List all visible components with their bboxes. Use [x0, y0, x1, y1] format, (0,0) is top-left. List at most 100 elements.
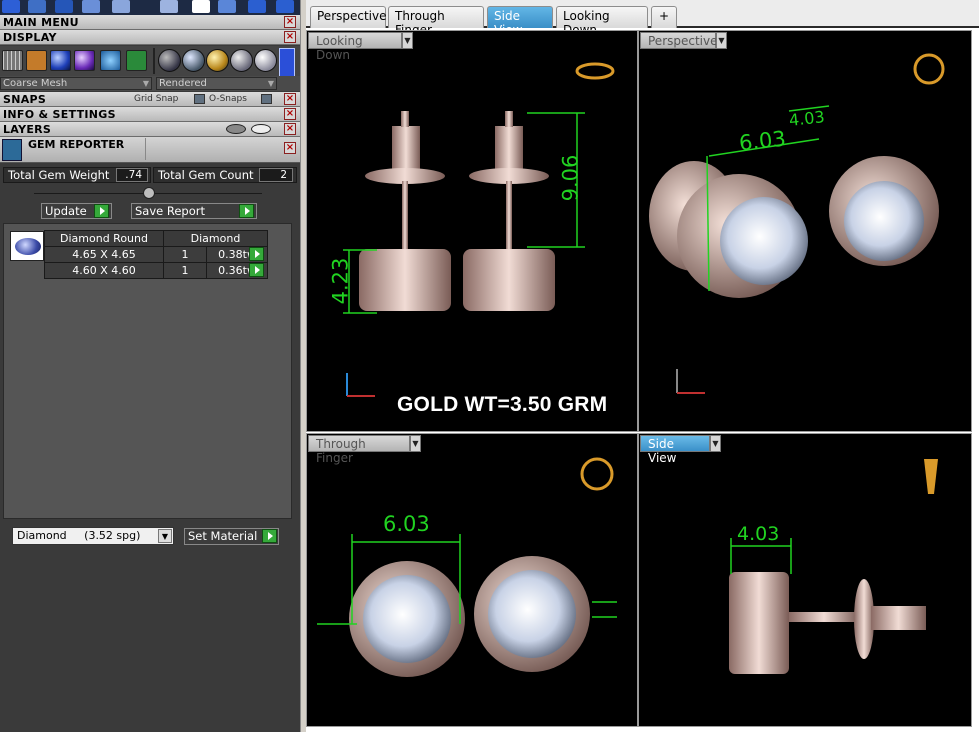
diamond-icon	[15, 238, 41, 255]
close-icon[interactable]: ×	[284, 93, 296, 105]
main-menu-header[interactable]: MAIN MENU ×	[0, 15, 300, 30]
gem-table: Diamond Round Diamond 4.65 X 4.65 1 0.38…	[44, 230, 268, 279]
page-icon[interactable]	[192, 0, 210, 13]
diamond	[363, 575, 451, 663]
viewport-side-view[interactable]: Side View ▼ 4.03	[638, 433, 972, 727]
grid-icon[interactable]	[2, 50, 23, 71]
earring-nut	[871, 606, 926, 630]
earring-side-view-render	[729, 459, 938, 674]
viewport-perspective[interactable]: Perspective ▼ 6.03 4.03	[638, 30, 972, 432]
earring-head	[729, 572, 789, 674]
forward-arrow-icon[interactable]	[276, 0, 294, 13]
slider-handle[interactable]	[143, 187, 155, 199]
dimension-diameter: 6.03	[383, 512, 430, 536]
globe-icon[interactable]	[100, 50, 121, 71]
table-row[interactable]: 4.60 X 4.60 1 0.36tw	[44, 262, 268, 279]
layout-icon[interactable]	[126, 50, 147, 71]
tab-looking-down[interactable]: Looking Down	[556, 6, 648, 37]
display-header[interactable]: DISPLAY ×	[0, 30, 300, 45]
diamond	[844, 181, 924, 261]
divider	[153, 48, 155, 74]
sphere-dark-icon[interactable]	[158, 49, 181, 72]
save-report-go-icon[interactable]	[239, 204, 254, 218]
o-snaps-toggle[interactable]	[261, 94, 272, 104]
folder-icon[interactable]	[218, 0, 236, 13]
viewport-looking-down[interactable]: Looking Down ▼ 9.06 4.23 GOLD WT=3.50 GR…	[306, 30, 638, 432]
layer-lock-icon[interactable]	[226, 124, 246, 134]
info-settings-header[interactable]: INFO & SETTINGS ×	[0, 107, 300, 122]
dimension-width: 9.06	[558, 154, 583, 202]
close-icon[interactable]: ×	[284, 123, 296, 135]
set-material-label: Set Material	[188, 529, 258, 543]
earring-left	[359, 111, 451, 311]
snaps-label: SNAPS	[3, 93, 47, 106]
row-go-icon[interactable]	[249, 247, 264, 261]
mesh-mode-select[interactable]: Coarse Mesh ▼	[0, 77, 152, 90]
sphere-metal-icon[interactable]	[254, 49, 277, 72]
ring-icon	[913, 53, 945, 85]
ring-icon	[580, 457, 614, 491]
table-header-shape: Diamond Round	[44, 230, 164, 247]
grid-snap-toggle[interactable]	[194, 94, 205, 104]
earring-through-finger-render	[317, 457, 617, 677]
tab-label: Perspective	[317, 9, 387, 23]
logo-icon[interactable]	[2, 0, 20, 13]
chevron-down-icon: ▼	[267, 79, 274, 88]
render-mode-select[interactable]: Rendered ▼	[156, 77, 277, 90]
sphere-blue-icon[interactable]	[50, 50, 71, 71]
grid-snap-label: Grid Snap	[134, 94, 179, 104]
table-row[interactable]: 4.65 X 4.65 1 0.38tw	[44, 246, 268, 263]
dimension-height: 4.23	[328, 257, 353, 305]
add-tab-button[interactable]: +	[651, 6, 677, 28]
tab-through-finger[interactable]: Through Finger	[388, 6, 484, 37]
layers-header[interactable]: LAYERS ×	[0, 122, 300, 137]
render-mode-value: Rendered	[159, 78, 207, 89]
gem-reporter-icon	[2, 139, 22, 161]
transform-icon[interactable]	[160, 0, 178, 13]
back-arrow-icon[interactable]	[248, 0, 266, 13]
tab-perspective[interactable]: Perspective	[310, 6, 387, 28]
sphere-gold-icon[interactable]	[206, 49, 229, 72]
row-go-icon[interactable]	[249, 263, 264, 277]
earring-perspective-render	[649, 53, 945, 394]
dimension-depth: 4.03	[737, 523, 780, 545]
view-tabs: Perspective Through Finger Side View Loo…	[306, 0, 979, 37]
gold-weight-annotation: GOLD WT=3.50 GRM	[397, 393, 608, 416]
tab-side-view[interactable]: Side View	[487, 6, 553, 37]
gem-reporter-header: GEM REPORTER ×	[0, 137, 300, 163]
figure-icon[interactable]	[26, 50, 47, 71]
display-selectors: Coarse Mesh ▼ Rendered ▼	[0, 76, 300, 91]
total-gem-count-value: 2	[259, 168, 293, 182]
gem-thumbnail[interactable]	[10, 231, 44, 261]
update-go-icon[interactable]	[94, 204, 109, 218]
gem-list: Diamond Round Diamond 4.65 X 4.65 1 0.38…	[3, 223, 292, 519]
ring-side-icon	[924, 459, 938, 494]
arrows-icon[interactable]	[112, 0, 130, 13]
sphere-shaded-icon[interactable]	[182, 49, 205, 72]
chevron-down-icon: ▼	[142, 79, 149, 88]
app-window: MAIN MENU × DISPLAY × Coarse Mesh ▼ Rend…	[0, 0, 979, 732]
save-icon[interactable]	[28, 0, 46, 13]
close-icon[interactable]: ×	[284, 31, 296, 43]
chevron-down-icon: ▼	[158, 529, 172, 543]
eye-icon[interactable]	[251, 124, 271, 134]
viewport-through-finger[interactable]: Through Finger ▼ 6.03	[306, 433, 638, 727]
sphere-wire-icon[interactable]	[230, 49, 253, 72]
info-settings-label: INFO & SETTINGS	[3, 108, 116, 121]
material-select[interactable]: Diamond (3.52 spg) ▼	[12, 527, 174, 545]
sphere-purple-icon[interactable]	[74, 50, 95, 71]
snaps-header[interactable]: SNAPS Grid Snap O-Snaps ×	[0, 92, 300, 107]
mesh-mode-value: Coarse Mesh	[3, 78, 68, 89]
row-size: 4.60 X 4.60	[44, 262, 164, 279]
set-material-go-icon[interactable]	[262, 529, 277, 543]
axis-indicator	[676, 369, 705, 394]
save-report-label: Save Report	[135, 204, 206, 218]
dimension-diameter: 6.03	[737, 126, 787, 156]
nav-icon[interactable]	[55, 0, 73, 13]
close-icon[interactable]: ×	[284, 16, 296, 28]
close-icon[interactable]: ×	[284, 108, 296, 120]
close-icon[interactable]: ×	[284, 142, 296, 154]
row-qty: 1	[162, 246, 208, 263]
gem-reporter-title: GEM REPORTER	[28, 138, 125, 151]
cube-icon[interactable]	[82, 0, 100, 13]
